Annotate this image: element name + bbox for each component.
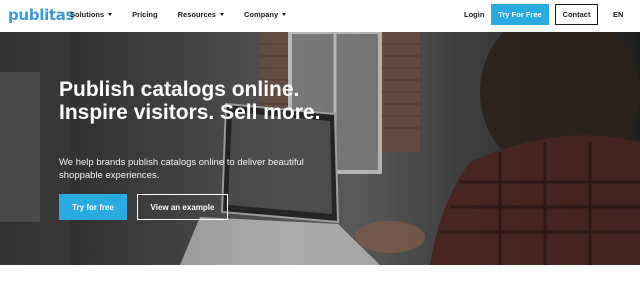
menu-item-label: Pricing [132, 10, 158, 19]
chevron-down-icon [282, 13, 287, 16]
menu-item-pricing[interactable]: Pricing [132, 10, 157, 19]
menu-item-resources[interactable]: Resources [178, 10, 224, 19]
menu-item-solutions[interactable]: Solutions [70, 10, 113, 19]
hero-section: Publish catalogs online. Inspire visitor… [0, 32, 640, 265]
menu-item-label: Resources [177, 10, 216, 19]
menu-item-company[interactable]: Company [243, 10, 287, 19]
publitas-logo[interactable]: publitas [8, 6, 75, 24]
contact-button[interactable]: Contact [555, 4, 598, 25]
login-link[interactable]: Login [464, 10, 484, 19]
hero-subtext: We help brands publish catalogs online t… [59, 157, 304, 181]
main-menu: Solutions Pricing Resources Company [70, 10, 306, 19]
try-for-free-hero-button[interactable]: Try for free [59, 194, 127, 220]
menu-item-label: Company [243, 10, 279, 19]
chevron-down-icon [219, 13, 224, 16]
hero-overlay [0, 32, 640, 265]
try-for-free-button[interactable]: Try For Free [491, 4, 549, 25]
chevron-down-icon [108, 13, 113, 16]
hero-headline: Publish catalogs online. Inspire visitor… [59, 78, 321, 124]
top-navigation: publitas Solutions Pricing Resources Com… [0, 0, 640, 32]
menu-item-label: Solutions [70, 10, 105, 19]
view-example-button[interactable]: View an example [137, 194, 228, 220]
language-selector[interactable]: EN [613, 10, 623, 19]
